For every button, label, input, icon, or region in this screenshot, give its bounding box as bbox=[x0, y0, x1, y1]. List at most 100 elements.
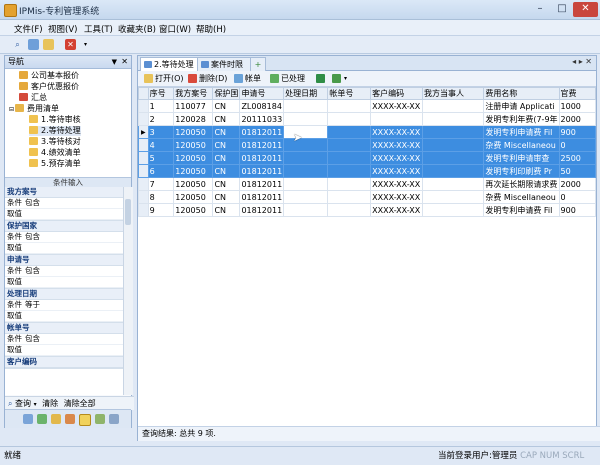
row-indicator[interactable] bbox=[138, 164, 149, 178]
query-button[interactable]: 查询 bbox=[15, 399, 31, 408]
export-button[interactable] bbox=[332, 73, 343, 84]
table-row-selected[interactable]: 5 120050 CN 01812011 XXXX-XX-XX 发明专利申请审查… bbox=[138, 151, 596, 165]
bill-icon bbox=[234, 74, 243, 83]
users-icon[interactable] bbox=[28, 39, 39, 50]
table-row[interactable]: 7 120050 CN 01812011 XXXX-XX-XX 再次延长期限请求… bbox=[138, 177, 596, 191]
menu-file[interactable]: 文件(F) bbox=[14, 23, 43, 35]
coins-icon[interactable] bbox=[79, 414, 91, 426]
menu-help[interactable]: 帮助(H) bbox=[196, 23, 226, 35]
button-label: 已处理 bbox=[281, 74, 305, 83]
table-row[interactable]: 1 110077 CN ZL008184 XXXX-XX-XX 注册申请 App… bbox=[138, 99, 596, 113]
tree-item-summary[interactable]: 汇总 bbox=[19, 93, 47, 103]
table-cell bbox=[327, 151, 372, 165]
maximize-button[interactable]: □ bbox=[551, 2, 573, 17]
column-header[interactable]: 费用名称 bbox=[483, 87, 560, 100]
menu-tools[interactable]: 工具(T) bbox=[84, 23, 113, 35]
row-indicator[interactable] bbox=[138, 190, 149, 204]
condition-operator-row[interactable]: 条件 包含 bbox=[5, 232, 123, 243]
condition-value-row[interactable]: 取值 bbox=[5, 209, 123, 220]
column-header[interactable]: 申请号 bbox=[239, 87, 285, 100]
condition-operator[interactable]: 包含 bbox=[25, 334, 40, 343]
new-tab-button[interactable]: + bbox=[250, 57, 266, 71]
excel-button[interactable] bbox=[316, 73, 327, 84]
column-header[interactable]: 官费 bbox=[558, 87, 596, 100]
condition-operator-row[interactable]: 条件 包含 bbox=[5, 334, 123, 345]
condition-value-row[interactable]: 取值 bbox=[5, 311, 123, 322]
toolbar-overflow-icon[interactable]: ▾ bbox=[80, 39, 91, 50]
nav-icon[interactable] bbox=[23, 414, 33, 424]
table-row[interactable]: 8 120050 CN 01812011 XXXX-XX-XX 杂费 Misce… bbox=[138, 190, 596, 204]
nav-icon[interactable] bbox=[109, 414, 119, 424]
row-indicator[interactable] bbox=[138, 99, 149, 113]
column-header[interactable]: 我方当事人 bbox=[421, 87, 485, 100]
tree-item-pending-review[interactable]: 1.等待审核 bbox=[29, 115, 81, 125]
condition-value-row[interactable]: 取值 bbox=[5, 277, 123, 288]
row-indicator[interactable] bbox=[138, 138, 149, 152]
condition-operator-row[interactable]: 条件 等于 bbox=[5, 300, 123, 311]
tree-item-performance[interactable]: 4.绩效清单 bbox=[29, 148, 81, 158]
column-header[interactable]: 帐单号 bbox=[327, 87, 372, 100]
open-button[interactable]: 打开(O) bbox=[144, 73, 184, 84]
tree-item-pending-check[interactable]: 3.等待核对 bbox=[29, 137, 81, 147]
clear-all-button[interactable]: 清除全部 bbox=[64, 399, 96, 408]
coins-icon bbox=[29, 148, 38, 156]
column-header[interactable]: 序号 bbox=[147, 87, 175, 100]
settings-icon[interactable] bbox=[43, 39, 54, 50]
minimize-button[interactable]: – bbox=[529, 2, 551, 17]
row-indicator[interactable] bbox=[138, 151, 149, 165]
column-header[interactable]: 处理日期 bbox=[283, 87, 329, 100]
tree-item-client-quote[interactable]: 客户优惠报价 bbox=[19, 82, 79, 92]
table-cell: 01812011 bbox=[239, 138, 285, 152]
search-icon[interactable]: ⌕ bbox=[12, 39, 23, 50]
table-cell bbox=[283, 112, 329, 126]
dropdown-icon[interactable]: ▾ bbox=[34, 401, 37, 408]
column-header[interactable]: 我方案号 bbox=[173, 87, 214, 100]
nav-icon[interactable] bbox=[37, 414, 47, 424]
close-button[interactable]: ✕ bbox=[573, 2, 598, 17]
menu-favorites[interactable]: 收藏夹(B) bbox=[118, 23, 156, 35]
tree-item-fee-list[interactable]: ⊟ 费用清单 bbox=[9, 104, 59, 114]
tree-item-pending-process[interactable]: 2.等待处理 bbox=[29, 126, 81, 136]
row-indicator[interactable] bbox=[138, 112, 149, 126]
nav-icon[interactable] bbox=[95, 414, 105, 424]
tab-label: 案件时限 bbox=[211, 60, 243, 69]
nav-icon[interactable] bbox=[51, 414, 61, 424]
conditions-scrollbar[interactable] bbox=[123, 187, 133, 395]
condition-operator[interactable]: 包含 bbox=[25, 198, 40, 207]
clear-button[interactable]: 清除 bbox=[42, 399, 58, 408]
column-header[interactable]: 保护国 bbox=[212, 87, 241, 100]
condition-value-row[interactable]: 取值 bbox=[5, 345, 123, 356]
condition-operator-row[interactable]: 条件 包含 bbox=[5, 198, 123, 209]
condition-operator-row[interactable]: 条件 包含 bbox=[5, 266, 123, 277]
row-indicator[interactable] bbox=[138, 203, 149, 217]
delete-icon[interactable]: ✕ bbox=[65, 39, 76, 50]
search-icon[interactable]: ⌕ bbox=[8, 399, 12, 408]
current-row-indicator[interactable]: ▶ bbox=[138, 125, 149, 139]
table-row-selected[interactable]: ▶ 3 120050 CN 01812011 XXXX-XX-XX 发明专利申请… bbox=[138, 125, 596, 139]
toolbar-overflow-icon[interactable]: ▾ bbox=[344, 73, 347, 84]
menu-window[interactable]: 窗口(W) bbox=[159, 23, 191, 35]
table-row-selected[interactable]: 4 120050 CN 01812011 XXXX-XX-XX 杂费 Misce… bbox=[138, 138, 596, 152]
tree-item-label: 客户优惠报价 bbox=[31, 82, 79, 91]
menu-view[interactable]: 视图(V) bbox=[48, 23, 77, 35]
bill-button[interactable]: 帐单 bbox=[234, 73, 261, 84]
pin-icon[interactable]: ▼ bbox=[112, 56, 117, 68]
scroll-thumb[interactable] bbox=[125, 199, 131, 225]
table-row[interactable]: 9 120050 CN 01812011 XXXX-XX-XX 发明专利申请费 … bbox=[138, 203, 596, 217]
tree-item-base-quote[interactable]: 公司基本报价 bbox=[19, 71, 79, 81]
condition-operator[interactable]: 包含 bbox=[25, 266, 40, 275]
tab-nav-controls[interactable]: ◂ ▸ ✕ bbox=[572, 57, 592, 66]
row-indicator[interactable] bbox=[138, 177, 149, 191]
table-row[interactable]: 2 120028 CN 20111033 发明专利年费(7-9年 2000 bbox=[138, 112, 596, 126]
processed-button[interactable]: 已处理 bbox=[270, 73, 305, 84]
table-row-selected[interactable]: 6 120050 CN 01812011 XXXX-XX-XX 发明专利印刷费 … bbox=[138, 164, 596, 178]
delete-button[interactable]: 删除(D) bbox=[188, 73, 227, 84]
column-header[interactable]: 客户编码 bbox=[370, 87, 423, 100]
panel-close-icon[interactable]: ✕ bbox=[121, 56, 128, 68]
condition-operator[interactable]: 包含 bbox=[25, 232, 40, 241]
condition-operator[interactable]: 等于 bbox=[25, 300, 40, 309]
collapse-icon[interactable]: ⊟ bbox=[9, 106, 14, 113]
nav-icon[interactable] bbox=[65, 414, 75, 424]
condition-value-row[interactable]: 取值 bbox=[5, 243, 123, 254]
tree-item-prepaid[interactable]: 5.预存清单 bbox=[29, 159, 81, 169]
